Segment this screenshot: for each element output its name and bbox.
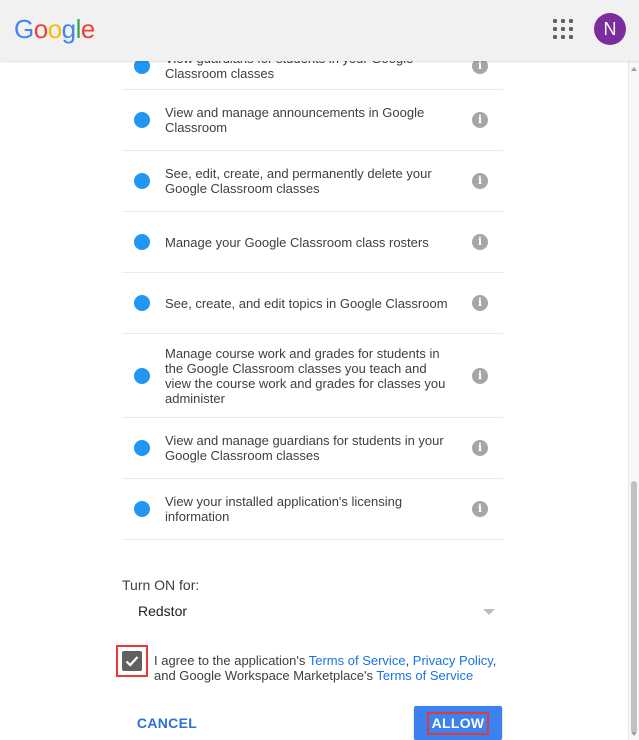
bullet-dot-icon [134, 440, 150, 456]
bullet-dot-icon [134, 501, 150, 517]
terms-of-service-link[interactable]: Terms of Service [309, 653, 406, 668]
permission-text: See, edit, create, and permanently delet… [165, 166, 432, 196]
logo-letter: g [61, 14, 76, 44]
scrollbar[interactable] [628, 61, 639, 740]
agreement-separator: , [405, 653, 413, 668]
info-icon[interactable]: i [472, 295, 488, 311]
allow-button[interactable]: ALLOW [414, 706, 502, 740]
bullet-dot-icon [134, 367, 150, 384]
dropdown-caret-icon [483, 609, 495, 615]
logo-letter: o [47, 14, 62, 44]
scroll-thumb[interactable] [631, 481, 637, 733]
marketplace-terms-link[interactable]: Terms of Service [376, 668, 473, 683]
permission-text: Manage course work and grades for studen… [165, 345, 446, 406]
turn-on-select[interactable]: Redstor [122, 598, 503, 624]
logo-letter: e [80, 14, 95, 44]
privacy-policy-link[interactable]: Privacy Policy [413, 653, 493, 668]
top-bar: Google N [0, 0, 639, 61]
permission-text: View and manage guardians for students i… [165, 433, 444, 463]
permission-text: View and manage announcements in Google … [165, 105, 425, 135]
avatar[interactable]: N [594, 13, 626, 45]
google-logo: Google [14, 13, 95, 45]
allow-button-label: ALLOW [427, 712, 489, 735]
scroll-up-arrow-icon[interactable] [631, 67, 637, 71]
permission-text: Manage your Google Classroom class roste… [165, 234, 429, 250]
info-icon[interactable]: i [472, 440, 488, 456]
info-icon[interactable]: i [472, 234, 488, 250]
agreement-prefix: I agree to the application's [154, 653, 309, 668]
agree-checkbox-highlight[interactable] [116, 645, 148, 677]
bullet-dot-icon [134, 173, 150, 189]
agreement-text: I agree to the application's Terms of Se… [154, 653, 504, 683]
permission-list: View guardians for students in your Goog… [122, 42, 503, 540]
turn-on-selected-value: Redstor [138, 603, 188, 619]
bullet-dot-icon [134, 112, 150, 128]
info-icon[interactable]: i [472, 367, 488, 384]
bullet-dot-icon [134, 234, 150, 250]
info-icon[interactable]: i [472, 173, 488, 189]
bullet-dot-icon [134, 295, 150, 311]
permission-text: View your installed application's licens… [165, 494, 403, 524]
permission-item: See, create, and edit topics in Google C… [122, 273, 503, 334]
turn-on-label: Turn ON for: [122, 577, 200, 593]
info-icon[interactable]: i [472, 112, 488, 128]
agree-checkbox[interactable] [122, 651, 142, 671]
permission-item: Manage your Google Classroom class roste… [122, 212, 503, 273]
permission-item: View your installed application's licens… [122, 479, 503, 540]
permission-item: View and manage announcements in Google … [122, 90, 503, 151]
logo-letter: G [14, 14, 34, 44]
info-icon[interactable]: i [472, 501, 488, 517]
cancel-button[interactable]: CANCEL [126, 707, 208, 739]
logo-letter: o [33, 14, 48, 44]
permission-text: See, create, and edit topics in Google C… [165, 295, 448, 311]
permission-item: See, edit, create, and permanently delet… [122, 151, 503, 212]
scroll-down-arrow-icon[interactable] [631, 732, 637, 736]
apps-grid-icon[interactable] [553, 19, 573, 39]
checkmark-icon [125, 656, 139, 667]
permission-item: View and manage guardians for students i… [122, 418, 503, 479]
permission-item: Manage course work and grades for studen… [122, 334, 503, 418]
